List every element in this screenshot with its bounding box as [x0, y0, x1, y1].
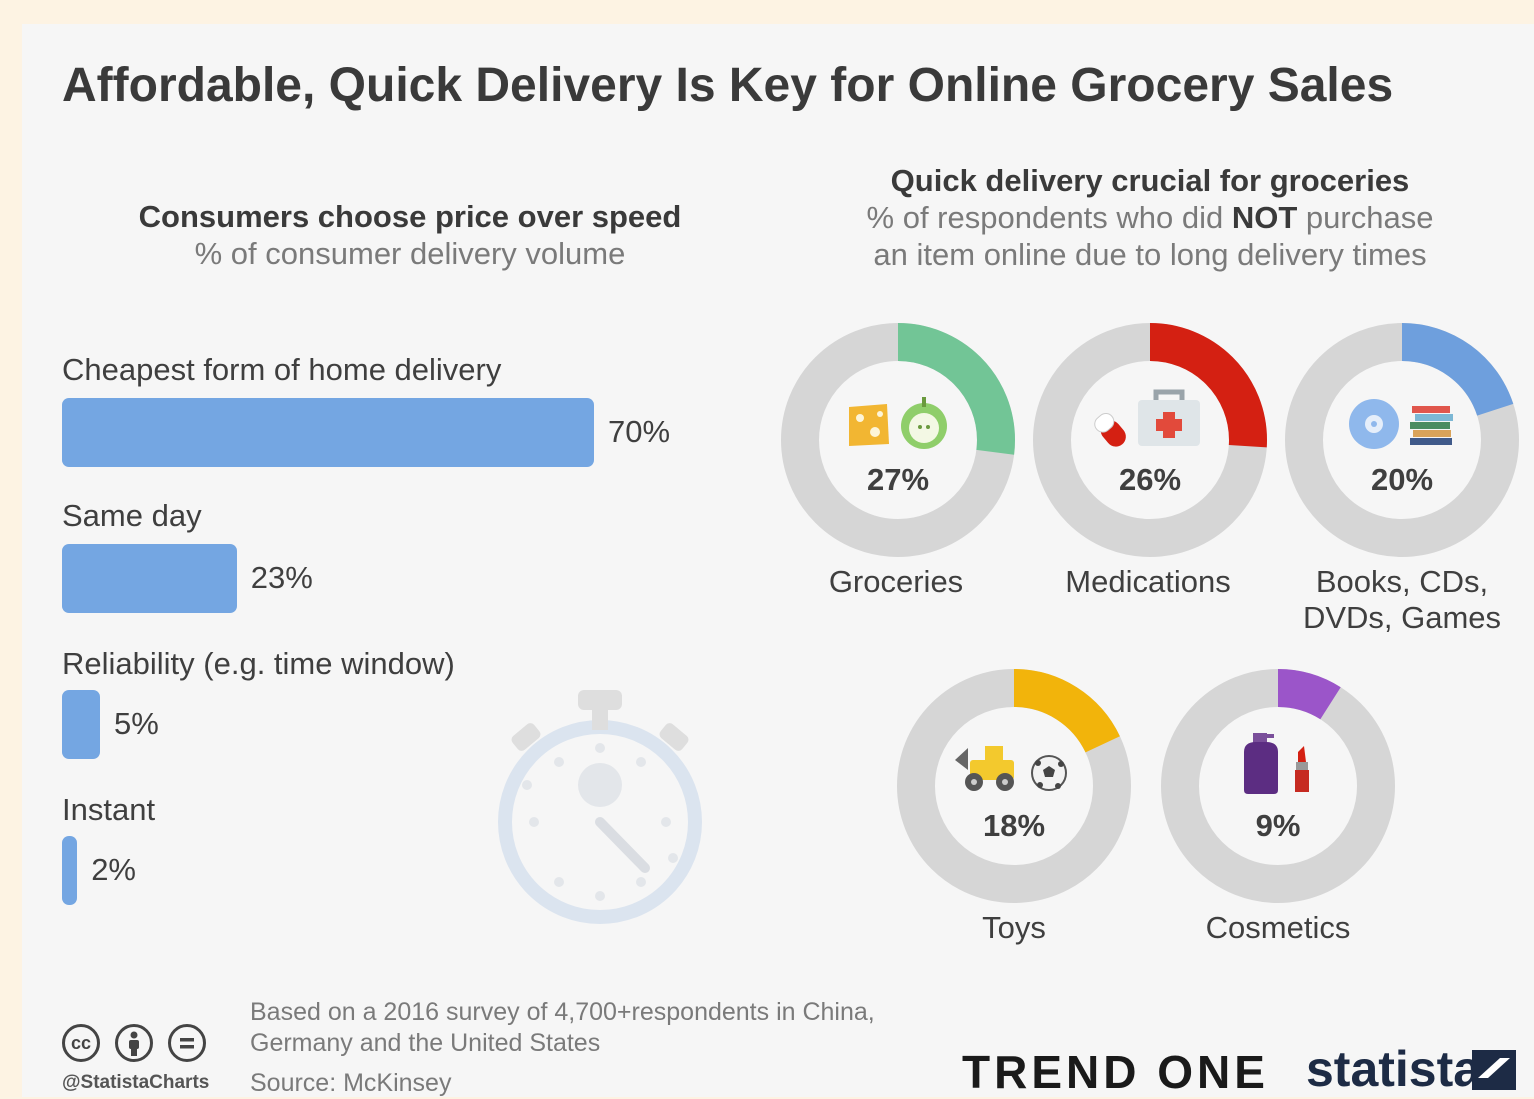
twitter-handle: @StatistaCharts: [62, 1072, 210, 1093]
footnote-line2: Germany and the United States: [250, 1029, 601, 1057]
donut-value-label: 26%: [1119, 462, 1181, 497]
donut-value-label: 20%: [1371, 462, 1433, 497]
lipstick-icon: [1295, 746, 1309, 792]
donut-chart: 27%: [781, 323, 1015, 557]
donut-category-label: Books, CDs, DVDs, Games: [1302, 564, 1502, 635]
pill-icon: [1094, 413, 1126, 447]
cd-icon: [1349, 399, 1399, 449]
trendone-logo: TREND ONE: [962, 1046, 1269, 1098]
cc-icon: cc: [62, 1024, 100, 1062]
footnote-line1: Based on a 2016 survey of 4,700+responde…: [250, 998, 875, 1026]
books-icon: [1410, 406, 1453, 445]
soccer-ball-icon: [1031, 755, 1067, 791]
donut-category-label: Cosmetics: [1205, 910, 1351, 945]
statista-logo-mark: [1472, 1050, 1516, 1090]
first-aid-kit-icon: [1138, 389, 1200, 446]
donut-value-label: 27%: [867, 462, 929, 497]
apple-icon: [901, 397, 947, 449]
attribution-icon: [115, 1024, 153, 1062]
donut-category-label: Medications: [1065, 564, 1231, 599]
donut-category-label: Toys: [982, 910, 1046, 945]
statista-logo: statista: [1306, 1041, 1482, 1097]
lotion-bottle-icon: [1244, 733, 1278, 794]
donut-value-label: 18%: [983, 808, 1045, 843]
donut-chart: 18%: [897, 669, 1131, 903]
donut-category-label: Groceries: [828, 564, 964, 599]
donut-value-label: 9%: [1256, 808, 1301, 843]
cheese-icon: [849, 404, 889, 446]
source-note: Source: McKinsey: [250, 1069, 452, 1097]
donut-chart: 20%: [1285, 323, 1519, 557]
toy-truck-icon: [955, 746, 1014, 791]
no-derivatives-icon: [168, 1024, 206, 1062]
